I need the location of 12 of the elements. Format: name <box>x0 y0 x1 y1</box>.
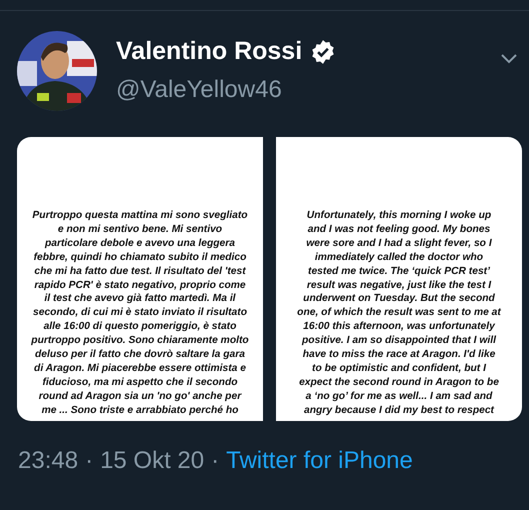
separator-dot: · <box>85 447 94 475</box>
tweet-date: 15 Okt 20 <box>100 447 204 475</box>
separator-dot: · <box>211 447 220 475</box>
image-text: Purtroppo questa mattina mi sono svegliato e non mi sentivo bene. Mi sentivo particolare debole e avevo una leggera febbre, quindi ho chiamato subito il medico che mi ha fatto due test. Il risultato del 'test rapido PCR' è stato negativo, proprio come il test che avevo già fatto martedì. Ma il secondo, di cui mi è stato inviato il risultato alle 16:00 di questo pomeriggio, è stato purtroppo positivo. Sono chiaramente molto deluso per il fatto che dovrò saltare la gara di Aragon. Mi piacerebbe essere ottimista e fiducioso, ma mi aspetto che il secondo round ad Aragon sia un 'no go' anche per me ... Sono triste e arrabbiato perché ho <box>31 209 249 418</box>
user-name: Valentino Rossi <box>116 37 302 66</box>
user-handle: @ValeYellow46 <box>116 76 283 104</box>
chevron-down-icon[interactable] <box>501 54 517 64</box>
image-text: Unfortunately, this morning I woke up and I was not feeling good. My bones were sore and I had a slight fever, so I immediately called the doctor who tested me twice. The ‘quick PCR test’ result was negative, just like the test I underwent on Tuesday. But the second one, of which the result was sent to me at 16:00 this afternoon, was unfortunately positive. I am so disappointed that I will have to miss the race at Aragon. I'd like to be optimistic and confident, but I expect the second round in Aragon to be a ‘no go’ for me as well... I am sad and angry because I did my best to respect <box>297 209 501 418</box>
tweet-time: 23:48 <box>18 447 78 475</box>
image-card[interactable] <box>17 137 263 421</box>
source-link[interactable]: Twitter for iPhone <box>226 447 413 475</box>
image-card[interactable] <box>276 137 522 421</box>
